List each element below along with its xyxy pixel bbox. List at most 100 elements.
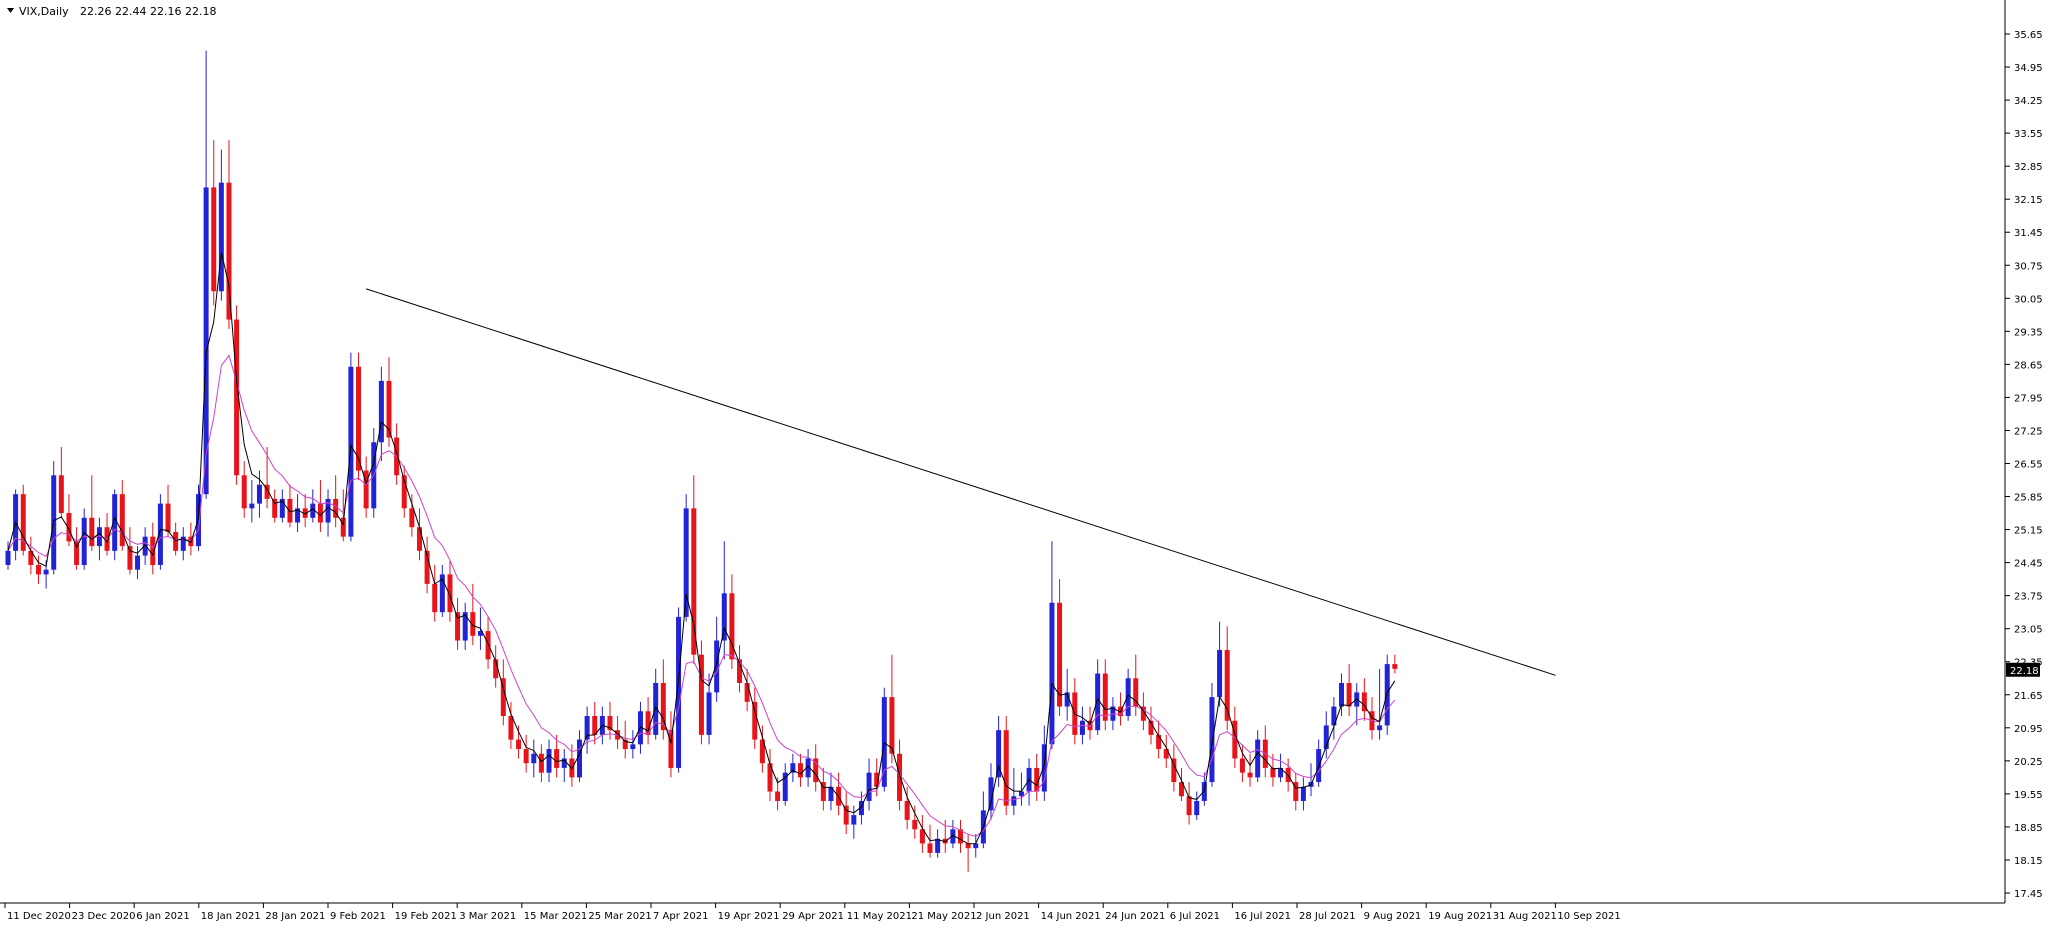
candle-bear: [1247, 772, 1253, 778]
price-tick-label: 27.95: [2014, 393, 2043, 404]
time-tick-label: 16 Jul 2021: [1234, 911, 1291, 922]
time-tick-label: 2 Jun 2021: [976, 911, 1030, 922]
candle-bull: [135, 555, 141, 570]
price-tick-label: 18.15: [2014, 856, 2043, 867]
candle-bull: [203, 187, 209, 495]
price-tick-label: 20.95: [2014, 724, 2043, 735]
candles-layer: [5, 50, 1398, 872]
candle-bear: [523, 749, 529, 764]
time-tick-label: 18 Jan 2021: [201, 911, 261, 922]
candle-bear: [470, 612, 476, 636]
price-tick-label: 19.55: [2014, 790, 2043, 801]
symbol-label: VIX,Daily: [19, 5, 69, 18]
time-tick-label: 25 Mar 2021: [588, 911, 651, 922]
candle-bull: [546, 749, 552, 773]
price-tick-label: 30.05: [2014, 294, 2043, 305]
candle-bull: [43, 569, 49, 575]
collapse-triangle-icon[interactable]: [7, 8, 14, 13]
candle-bear: [1003, 730, 1009, 806]
candle-bear: [897, 753, 903, 801]
candle-bull: [1300, 786, 1306, 801]
candle-bear: [1239, 758, 1245, 773]
price-tick-label: 28.65: [2014, 360, 2043, 371]
candle-bull: [1194, 800, 1200, 816]
price-tick-label: 25.85: [2014, 493, 2043, 504]
candle-bear: [66, 513, 72, 542]
candle-bull: [348, 366, 354, 537]
time-tick-label: 14 Jun 2021: [1041, 911, 1101, 922]
candle-bull: [1209, 697, 1215, 783]
candle-bear: [447, 574, 453, 613]
time-tick-label: 19 Aug 2021: [1428, 911, 1492, 922]
candle-bear: [668, 730, 674, 768]
candle-bear: [538, 753, 544, 773]
price-tick-label: 26.55: [2014, 460, 2043, 471]
candle-bear: [912, 819, 918, 830]
candle-bear: [211, 187, 217, 292]
candle-bull: [1255, 739, 1261, 778]
candle-bear: [554, 749, 560, 768]
chart-frame: [0, 0, 2006, 904]
candle-bear: [74, 541, 80, 565]
candle-bear: [1057, 602, 1063, 707]
time-tick-label: 3 Mar 2021: [459, 911, 516, 922]
time-tick-label: 11 Dec 2020: [7, 911, 71, 922]
time-tick-label: 28 Jan 2021: [265, 911, 325, 922]
candlestick-chart[interactable]: 35.65 34.95 34.25 33.55 32.85 32.15 31.45 30.75…: [0, 0, 2052, 926]
candle-bear: [775, 791, 781, 801]
ohlc-readout: 22.26 22.44 22.16 22.18: [80, 5, 216, 18]
candle-bull: [5, 550, 11, 565]
moving-averages-layer: [7, 252, 1396, 845]
candle-bear: [58, 475, 64, 514]
trendline-layer[interactable]: [365, 288, 1556, 676]
descending-trendline[interactable]: [365, 288, 1556, 676]
price-axis[interactable]: 35.65 34.95 34.25 33.55 32.85 32.15 31.45 30.75…: [2005, 30, 2043, 900]
time-tick-label: 19 Feb 2021: [395, 911, 457, 922]
candle-bear: [843, 805, 849, 825]
candle-bull: [249, 503, 255, 509]
candle-bear: [89, 517, 95, 547]
current-price-label: 22.18: [2010, 666, 2039, 677]
candle-bear: [1392, 664, 1398, 669]
time-axis[interactable]: 11 Dec 2020 23 Dec 2020 6 Jan 2021 18 Jan 2…: [4, 903, 1621, 922]
price-tick-label: 23.75: [2014, 592, 2043, 603]
candle-bear: [904, 800, 910, 820]
candle-bear: [165, 503, 171, 532]
candle-bear: [485, 631, 491, 660]
time-tick-label: 24 Jun 2021: [1105, 911, 1165, 922]
candle-bull: [1217, 649, 1223, 698]
candle-bear: [226, 182, 232, 320]
time-tick-label: 28 Jul 2021: [1299, 911, 1356, 922]
price-tick-label: 33.55: [2014, 129, 2043, 140]
candle-bear: [744, 682, 750, 702]
candle-bear: [516, 739, 522, 750]
candle-bull: [196, 494, 201, 547]
candle-bear: [1102, 673, 1108, 721]
candle-bull: [706, 692, 712, 735]
candle-bear: [416, 527, 422, 551]
price-tick-label: 24.45: [2014, 559, 2043, 570]
candle-bear: [1270, 767, 1276, 778]
candle-bear: [432, 583, 438, 613]
candle-bull: [1049, 602, 1055, 745]
candle-bear: [1156, 734, 1162, 750]
candle-bull: [1018, 791, 1024, 797]
candle-bull: [531, 753, 537, 764]
candle-bear: [1171, 758, 1177, 783]
price-tick-label: 29.35: [2014, 327, 2043, 338]
candle-bull: [1201, 782, 1207, 801]
candle-bear: [889, 697, 895, 754]
chart-header: VIX,Daily 22.26 22.44 22.16 22.18: [7, 5, 216, 18]
price-tick-label: 23.05: [2014, 625, 2043, 636]
candle-bull: [81, 517, 87, 565]
candle-bear: [508, 716, 514, 740]
moving-average-fast: [7, 252, 1396, 845]
time-tick-label: 19 Apr 2021: [718, 911, 780, 922]
candle-bear: [691, 508, 697, 655]
candle-bull: [1377, 725, 1383, 731]
price-tick-label: 32.85: [2014, 162, 2043, 173]
time-tick-label: 11 May 2021: [847, 911, 912, 922]
candle-bull: [973, 843, 979, 849]
candle-bull: [866, 772, 872, 801]
candle-bear: [173, 531, 179, 551]
